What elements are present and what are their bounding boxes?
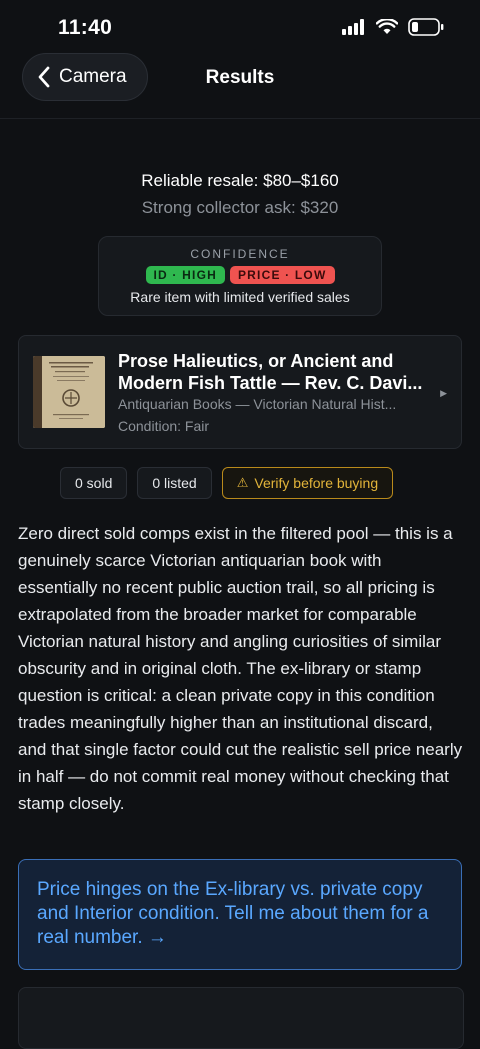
warning-icon: ⚠ — [236, 475, 249, 490]
reliable-resale: Reliable resale: $80–$160 — [141, 171, 339, 190]
signal-icon — [342, 19, 364, 35]
battery-icon — [408, 18, 444, 36]
item-card[interactable]: Prose Halieutics, or Ancient and Modern … — [18, 335, 462, 449]
verify-warning-chip[interactable]: ⚠ Verify before buying — [221, 467, 394, 499]
price-confidence-badge: PRICE · LOW — [229, 266, 335, 284]
id-confidence-badge: ID · HIGH — [145, 266, 225, 284]
item-category: Antiquarian Books — Victorian Natural Hi… — [118, 396, 397, 412]
book-thumbnail — [33, 356, 105, 428]
wifi-icon — [376, 19, 398, 34]
item-condition: Condition: Fair — [118, 418, 210, 434]
confidence-label: CONFIDENCE — [190, 247, 290, 261]
next-card — [18, 987, 464, 1049]
confidence-note: Rare item with limited verified sales — [130, 289, 350, 305]
listed-count-chip: 0 listed — [137, 467, 212, 499]
stats-chips: 0 sold 0 listed ⚠ Verify before buying — [60, 467, 394, 499]
sold-count-chip: 0 sold — [60, 467, 128, 499]
page-title: Results — [205, 67, 275, 88]
analysis-text: Zero direct sold comps exist in the filt… — [18, 524, 463, 813]
confidence-panel: CONFIDENCE ID · HIGH PRICE · LOW Rare it… — [98, 236, 382, 316]
status-bar: 11:40 — [0, 0, 480, 56]
confidence-badges: ID · HIGH PRICE · LOW — [99, 266, 381, 284]
status-icons — [342, 18, 444, 36]
chevron-right-icon: ▶ — [440, 388, 447, 398]
verify-warning-label: Verify before buying — [254, 475, 379, 491]
nav-bar: Camera Results — [0, 52, 480, 119]
status-time: 11:40 — [58, 16, 113, 39]
item-title: Prose Halieutics, or Ancient and Modern … — [118, 351, 423, 393]
collector-ask: Strong collector ask: $320 — [141, 198, 339, 217]
follow-up-prompt[interactable]: Price hinges on the Ex-library vs. priva… — [18, 859, 462, 970]
